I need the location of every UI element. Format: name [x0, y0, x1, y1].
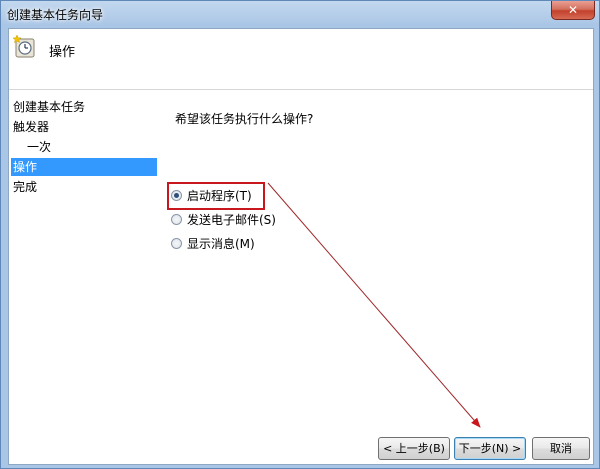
radio-unchecked-icon[interactable]: [171, 214, 182, 225]
close-icon: ✕: [567, 3, 579, 17]
action-question: 希望该任务执行什么操作?: [175, 112, 314, 126]
page-title: 操作: [49, 45, 76, 60]
wizard-header: 操作: [9, 29, 593, 90]
step-create-basic-task[interactable]: 创建基本任务: [11, 98, 157, 116]
back-button[interactable]: < 上一步(B): [378, 437, 450, 460]
step-once[interactable]: 一次: [11, 138, 157, 156]
radio-label: 发送电子邮件(S): [187, 213, 276, 227]
wizard-steps-nav: 创建基本任务 触发器 一次 操作 完成: [9, 90, 159, 430]
step-label: 完成: [13, 180, 38, 194]
radio-checked-icon[interactable]: [171, 190, 182, 201]
action-panel: 希望该任务执行什么操作? 启动程序(T) 发送电子邮件(S) 显示消息(M): [159, 90, 593, 430]
step-finish[interactable]: 完成: [11, 178, 157, 196]
wizard-button-bar: < 上一步(B) 下一步(N) > 取消: [9, 430, 593, 464]
step-action[interactable]: 操作: [11, 158, 157, 176]
step-trigger[interactable]: 触发器: [11, 118, 157, 136]
radio-show-message[interactable]: 显示消息(M): [171, 235, 255, 253]
radio-unchecked-icon[interactable]: [171, 238, 182, 249]
window-title: 创建基本任务向导: [7, 8, 104, 22]
step-label: 触发器: [13, 120, 50, 134]
radio-label: 启动程序(T): [187, 189, 252, 203]
radio-send-email[interactable]: 发送电子邮件(S): [171, 211, 276, 229]
step-label: 一次: [27, 140, 52, 154]
wizard-window: 创建基本任务向导 ✕ 操作 创建基本任务 触发器 一次 操作 完成 希望该任务执…: [0, 0, 600, 469]
next-button[interactable]: 下一步(N) >: [454, 437, 526, 460]
close-button[interactable]: ✕: [551, 1, 595, 20]
wizard-client-area: 操作 创建基本任务 触发器 一次 操作 完成 希望该任务执行什么操作? 启动程序…: [8, 28, 594, 465]
cancel-button[interactable]: 取消: [532, 437, 590, 460]
step-label: 创建基本任务: [13, 100, 86, 114]
task-clock-icon: [13, 34, 35, 58]
radio-label: 显示消息(M): [187, 237, 255, 251]
title-bar[interactable]: 创建基本任务向导 ✕: [1, 1, 599, 28]
radio-start-program[interactable]: 启动程序(T): [171, 187, 252, 205]
step-label: 操作: [13, 160, 38, 174]
